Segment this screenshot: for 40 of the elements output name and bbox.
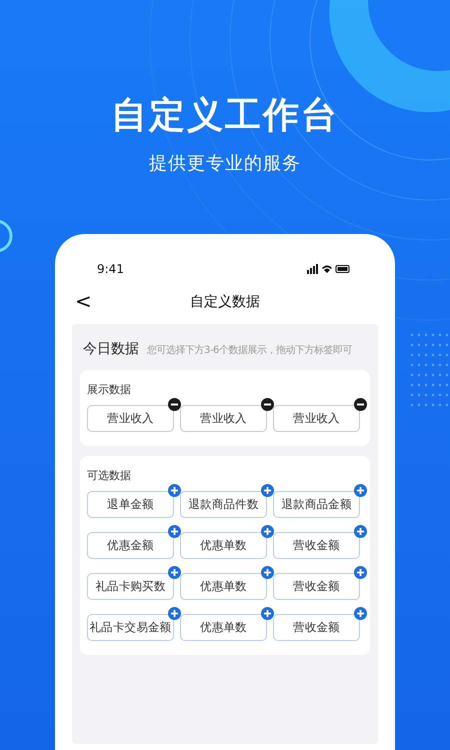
add-icon[interactable] <box>354 566 367 579</box>
data-tag[interactable]: 营业收入 <box>273 405 360 432</box>
add-icon[interactable] <box>261 607 274 620</box>
status-icons <box>307 264 351 274</box>
section-title: 展示数据 <box>87 382 132 397</box>
data-tag[interactable]: 营业收入 <box>87 405 174 432</box>
remove-icon[interactable] <box>168 398 181 411</box>
remove-icon[interactable] <box>261 398 274 411</box>
back-button[interactable]: < <box>75 290 92 312</box>
data-tag[interactable]: 退款商品件数 <box>180 491 267 518</box>
add-icon[interactable] <box>261 525 274 538</box>
add-icon[interactable] <box>354 484 367 497</box>
headline: 自定义工作台 <box>110 94 340 138</box>
data-tag[interactable]: 营收金额 <box>273 614 360 641</box>
add-icon[interactable] <box>354 525 367 538</box>
section-title: 可选数据 <box>87 468 132 483</box>
hint-text: 您可选择下方3-6个数据展示，拖动下方标签即可 <box>147 344 352 357</box>
data-tag[interactable]: 优惠单数 <box>180 614 267 641</box>
add-icon[interactable] <box>168 525 181 538</box>
data-tag[interactable]: 营收金额 <box>273 532 360 559</box>
add-icon[interactable] <box>261 566 274 579</box>
data-tag[interactable]: 优惠单数 <box>180 573 267 600</box>
add-icon[interactable] <box>168 484 181 497</box>
data-tag[interactable]: 礼品卡购买数 <box>87 573 174 600</box>
add-icon[interactable] <box>168 566 181 579</box>
add-icon[interactable] <box>354 607 367 620</box>
page-title: 自定义数据 <box>190 293 260 311</box>
add-icon[interactable] <box>261 484 274 497</box>
panel-title: 今日数据 <box>83 340 139 358</box>
remove-icon[interactable] <box>354 398 367 411</box>
data-tag[interactable]: 退单金额 <box>87 491 174 518</box>
data-tag[interactable]: 退款商品金额 <box>273 491 360 518</box>
data-tag[interactable]: 营收金额 <box>273 573 360 600</box>
data-tag[interactable]: 优惠单数 <box>180 532 267 559</box>
data-tag[interactable]: 营业收入 <box>180 405 267 432</box>
data-tag[interactable]: 优惠金额 <box>87 532 174 559</box>
subheadline: 提供更专业的服务 <box>148 152 302 176</box>
status-time: 9:41 <box>97 262 124 276</box>
data-tag[interactable]: 礼品卡交易金额 <box>87 614 174 641</box>
add-icon[interactable] <box>168 607 181 620</box>
